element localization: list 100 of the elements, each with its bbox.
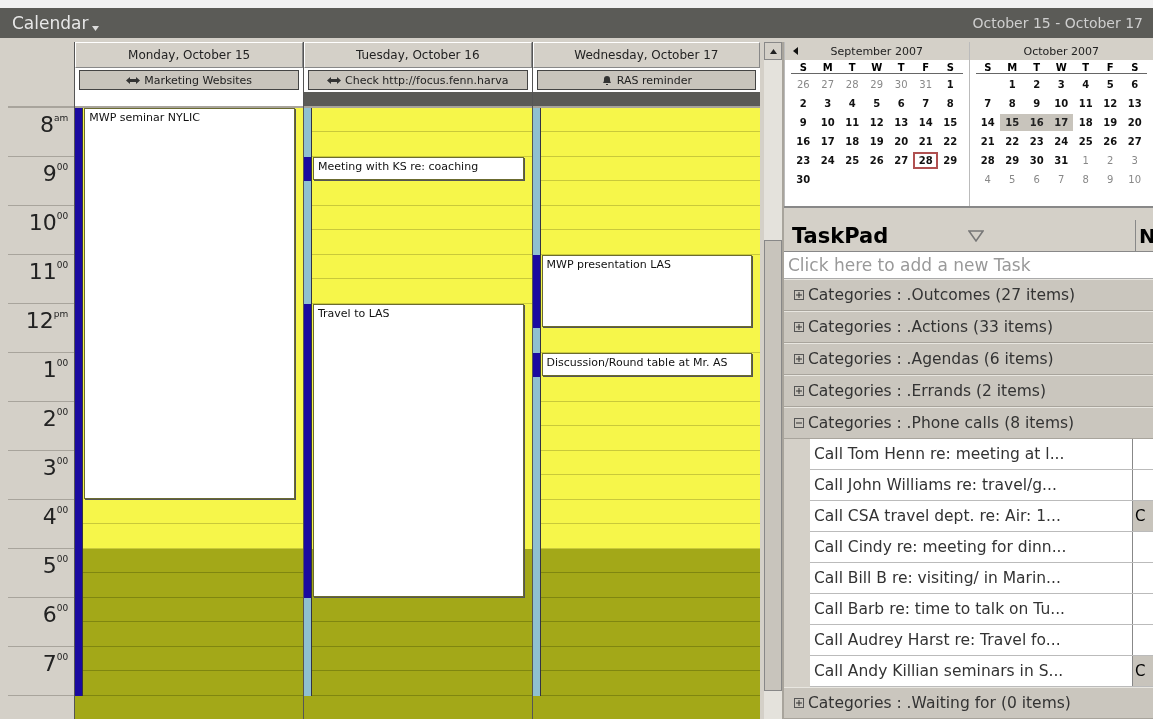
date-cell[interactable]: 29 — [937, 152, 963, 169]
date-cell[interactable]: 17 — [815, 133, 840, 150]
date-cell[interactable]: 10 — [1048, 95, 1074, 112]
date-cell[interactable]: 7 — [975, 95, 1000, 112]
date-cell[interactable]: 2 — [1024, 76, 1050, 93]
date-cell[interactable]: 23 — [1024, 133, 1049, 150]
all-day-event[interactable]: Check http://focus.fenn.harva — [307, 70, 528, 90]
date-cell[interactable]: 22 — [937, 133, 963, 150]
date-cell[interactable]: 1 — [1000, 76, 1025, 93]
date-cell[interactable]: 28 — [913, 152, 938, 169]
date-cell[interactable]: 1 — [1073, 152, 1098, 169]
date-cell[interactable]: 27 — [1122, 133, 1147, 150]
appointment[interactable]: Discussion/Round table at Mr. AS — [541, 353, 753, 376]
date-cell[interactable]: 24 — [815, 152, 840, 169]
date-cell[interactable]: 28 — [839, 76, 865, 93]
date-cell[interactable]: 16 — [1024, 114, 1049, 131]
date-cell[interactable]: 13 — [1122, 95, 1147, 112]
date-cell[interactable]: 5 — [1000, 171, 1025, 188]
appointment[interactable]: Meeting with KS re: coaching — [312, 157, 524, 180]
date-cell[interactable]: 3 — [815, 95, 840, 112]
date-cell[interactable]: 12 — [864, 114, 889, 131]
date-cell[interactable]: 20 — [888, 133, 914, 150]
date-cell[interactable]: 31 — [1048, 152, 1074, 169]
date-cell[interactable]: 18 — [839, 133, 865, 150]
date-cell[interactable]: 2 — [791, 95, 816, 112]
date-cell[interactable]: 4 — [1073, 76, 1099, 93]
column-header[interactable]: TaskPad — [784, 220, 1136, 252]
date-cell[interactable]: 8 — [937, 95, 963, 112]
date-cell[interactable]: 9 — [1024, 95, 1049, 112]
date-cell[interactable]: 16 — [791, 133, 816, 150]
new-task-field[interactable]: Click here to add a new Task — [784, 252, 1153, 279]
date-cell[interactable]: 12 — [1097, 95, 1123, 112]
date-cell[interactable]: 8 — [1073, 171, 1098, 188]
date-cell[interactable]: 23 — [791, 152, 816, 169]
date-cell[interactable]: 11 — [1073, 95, 1098, 112]
expand-icon[interactable] — [794, 386, 804, 396]
date-cell[interactable]: 22 — [1000, 133, 1025, 150]
expand-icon[interactable] — [794, 698, 804, 708]
date-cell[interactable]: 30 — [888, 76, 914, 93]
date-cell[interactable]: 9 — [791, 114, 816, 131]
group-header[interactable]: Categories : .Errands (2 items) — [784, 375, 1153, 407]
date-cell[interactable]: 5 — [864, 95, 889, 112]
appointment[interactable]: MWP seminar NYLIC — [84, 108, 295, 499]
date-cell[interactable]: 25 — [1073, 133, 1098, 150]
expand-icon[interactable] — [794, 290, 804, 300]
scrollbar[interactable] — [764, 42, 782, 719]
date-cell[interactable]: 2 — [1097, 152, 1123, 169]
expand-icon[interactable] — [794, 322, 804, 332]
date-cell[interactable]: 18 — [1073, 114, 1098, 131]
day-header[interactable]: Tuesday, October 16 — [303, 42, 532, 68]
date-cell[interactable]: 19 — [864, 133, 889, 150]
date-cell[interactable]: 6 — [1024, 171, 1049, 188]
date-cell[interactable]: 27 — [888, 152, 914, 169]
date-cell[interactable]: 6 — [888, 95, 914, 112]
all-day-event[interactable]: Marketing Websites — [79, 70, 299, 90]
date-cell[interactable]: 8 — [1000, 95, 1025, 112]
group-header[interactable]: Categories : .Phone calls (8 items) — [784, 407, 1153, 439]
date-cell[interactable]: 14 — [975, 114, 1000, 131]
date-cell[interactable]: 30 — [1024, 152, 1049, 169]
date-cell[interactable]: 3 — [1122, 152, 1147, 169]
date-cell[interactable]: 9 — [1097, 171, 1123, 188]
date-cell[interactable]: 10 — [815, 114, 840, 131]
date-cell[interactable]: 28 — [975, 152, 1000, 169]
expand-icon[interactable] — [794, 418, 804, 428]
date-cell[interactable]: 26 — [791, 76, 816, 93]
date-cell[interactable]: 29 — [1000, 152, 1025, 169]
group-header[interactable]: Categories : .Outcomes (27 items) — [784, 279, 1153, 311]
appointment[interactable]: MWP presentation LAS — [541, 255, 753, 327]
caret-icon[interactable] — [92, 25, 100, 31]
date-cell[interactable]: 1 — [937, 76, 963, 93]
date-cell[interactable]: 21 — [975, 133, 1000, 150]
day-header[interactable]: Wednesday, October 17 — [532, 42, 761, 68]
date-cell[interactable]: 24 — [1048, 133, 1074, 150]
date-cell[interactable]: 26 — [864, 152, 889, 169]
date-cell[interactable]: 7 — [913, 95, 938, 112]
date-cell[interactable]: 25 — [839, 152, 865, 169]
date-cell[interactable]: 14 — [913, 114, 938, 131]
group-header[interactable]: Categories : .Actions (33 items) — [784, 311, 1153, 343]
day-header[interactable]: Monday, October 15 — [75, 42, 303, 68]
group-header[interactable]: Categories : .Agendas (6 items) — [784, 343, 1153, 375]
date-cell[interactable]: 15 — [937, 114, 963, 131]
date-cell[interactable]: 4 — [975, 171, 1000, 188]
date-cell[interactable]: 20 — [1122, 114, 1147, 131]
date-cell[interactable]: 13 — [888, 114, 914, 131]
date-cell[interactable]: 21 — [913, 133, 938, 150]
date-cell[interactable]: 6 — [1122, 76, 1147, 93]
date-cell[interactable]: 11 — [839, 114, 865, 131]
window-title[interactable]: Calendar — [12, 13, 89, 33]
all-day-event[interactable]: RAS reminder — [536, 70, 757, 90]
date-cell[interactable]: 30 — [791, 171, 816, 188]
date-cell[interactable]: 4 — [839, 95, 865, 112]
date-cell[interactable]: 27 — [815, 76, 840, 93]
date-cell[interactable]: 5 — [1098, 76, 1123, 93]
date-cell[interactable]: 17 — [1048, 114, 1074, 131]
date-cell[interactable]: 15 — [1000, 114, 1025, 131]
appointment[interactable]: Travel to LAS — [312, 304, 524, 597]
date-cell[interactable]: 29 — [864, 76, 889, 93]
previous-month-icon[interactable] — [793, 47, 798, 55]
date-cell[interactable]: 26 — [1097, 133, 1123, 150]
expand-icon[interactable] — [794, 354, 804, 364]
